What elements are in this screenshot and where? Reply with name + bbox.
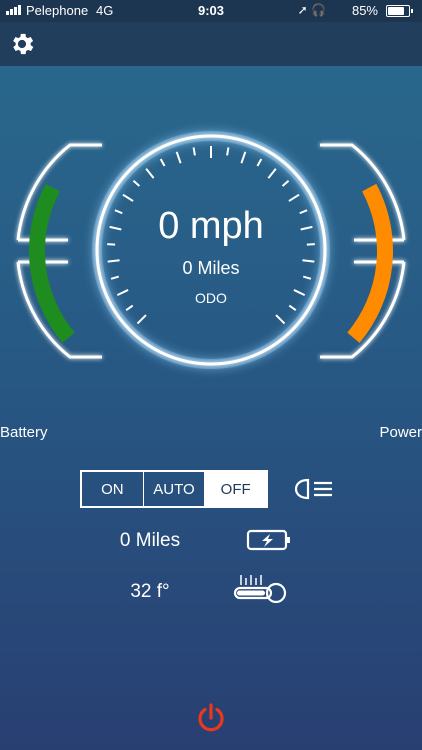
location-headphones-icons: ➚ 🎧 xyxy=(297,3,326,17)
speed-tick xyxy=(240,151,247,164)
speed-tick xyxy=(122,193,134,202)
speed-tick xyxy=(132,179,141,187)
status-bar: Pelephone 4G 9:03 ➚ 🎧 85% xyxy=(0,0,422,22)
trip-miles: 0 Miles xyxy=(182,258,240,278)
speed-tick xyxy=(125,304,134,311)
nav-bar xyxy=(0,22,422,66)
lights-option-auto[interactable]: AUTO xyxy=(142,472,205,506)
speed-tick xyxy=(256,158,263,167)
speed-tick xyxy=(226,147,230,156)
range-miles: 0 Miles xyxy=(119,530,181,551)
gear-icon[interactable] xyxy=(8,30,36,58)
speed-tick xyxy=(288,304,297,311)
headlight-icon xyxy=(294,478,332,500)
battery-label: Battery xyxy=(0,424,48,441)
speed-tick xyxy=(145,168,155,179)
battery-percent: 85% xyxy=(351,3,378,18)
speed-tick xyxy=(192,147,196,156)
speed-ring xyxy=(92,131,330,369)
power-icon[interactable] xyxy=(195,703,227,735)
speedometer-gauge xyxy=(16,131,406,369)
odo-label: ODO xyxy=(195,290,227,306)
battery-charging-icon xyxy=(246,529,290,551)
status-battery-icon xyxy=(386,5,413,17)
speed-tick xyxy=(288,193,300,202)
speed-tick xyxy=(136,314,147,325)
power-label: Power xyxy=(379,424,422,441)
lights-option-off[interactable]: OFF xyxy=(204,472,267,506)
lights-option-on[interactable]: ON xyxy=(82,472,143,506)
temperature-readout: 32 f° xyxy=(130,581,170,602)
speed-tick xyxy=(159,158,166,167)
speed-readout: 0 mph xyxy=(158,205,264,247)
speed-tick xyxy=(267,168,277,179)
speed-tick xyxy=(175,151,182,164)
speed-tick xyxy=(275,314,286,325)
lights-mode-selector: ON AUTO OFF xyxy=(80,470,268,508)
speed-tick xyxy=(281,179,290,187)
thermometer-icon xyxy=(233,575,287,604)
